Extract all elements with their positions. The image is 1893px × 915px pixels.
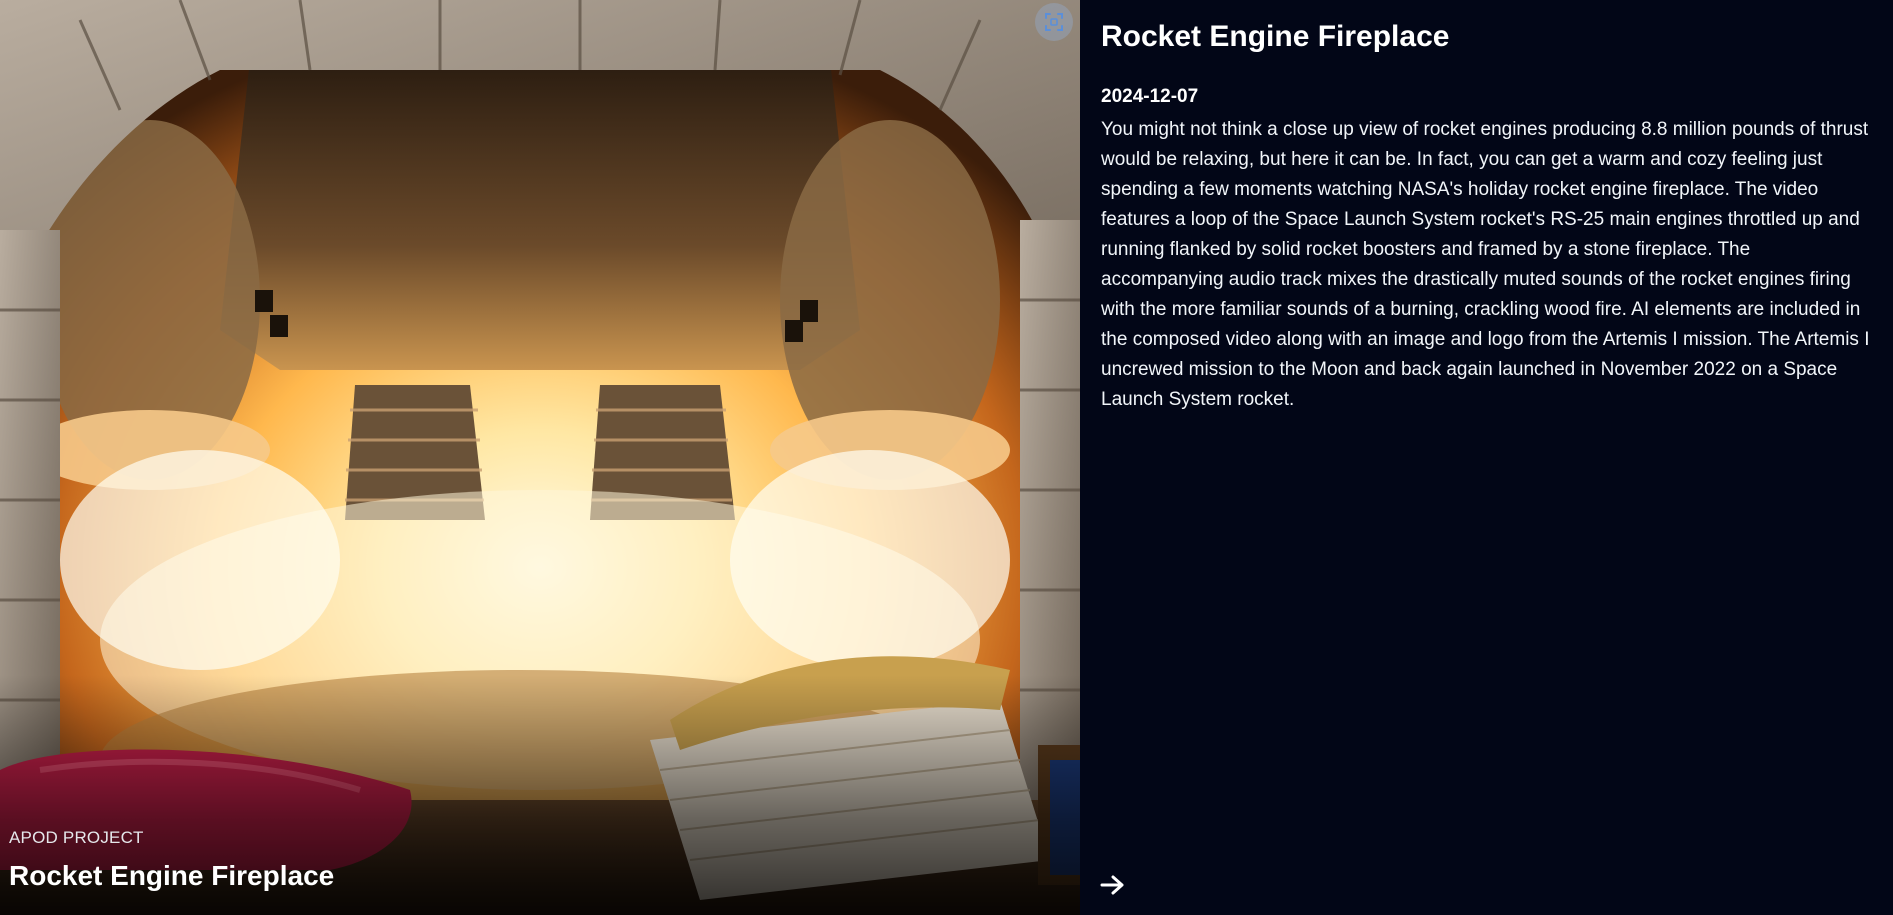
apod-description: You might not think a close up view of r… — [1101, 119, 1870, 410]
next-button[interactable] — [1097, 870, 1129, 900]
page-title: Rocket Engine Fireplace — [1101, 20, 1450, 53]
description-panel: Rocket Engine Fireplace 2024-12-07 You m… — [1080, 0, 1893, 915]
apod-app: APOD PROJECT Rocket Engine Fireplace Roc… — [0, 0, 1893, 915]
project-label: APOD PROJECT — [9, 828, 144, 847]
apod-date: 2024-12-07 — [1101, 86, 1199, 107]
expand-button[interactable] — [1035, 3, 1073, 41]
hero-image: APOD PROJECT Rocket Engine Fireplace — [0, 0, 1080, 915]
hero-title: Rocket Engine Fireplace — [9, 860, 335, 891]
expand-icon — [1045, 13, 1063, 31]
arrow-right-icon — [1100, 875, 1124, 895]
